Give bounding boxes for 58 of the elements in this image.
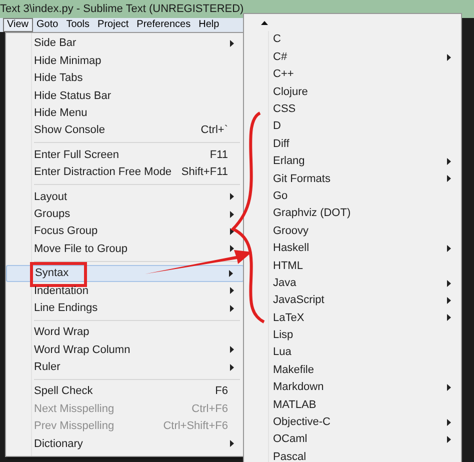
- menu-item[interactable]: Ruler: [6, 358, 244, 376]
- menu-item[interactable]: Clojure: [244, 83, 461, 101]
- menu-item[interactable]: Markdown: [244, 378, 461, 396]
- menu-item[interactable]: Enter Full Screen F11: [6, 146, 244, 164]
- menu-item[interactable]: Lua: [244, 344, 461, 362]
- menu-item[interactable]: Show Console Ctrl+`: [6, 122, 244, 140]
- menu-item[interactable]: Hide Minimap: [6, 52, 244, 70]
- menu-item[interactable]: HTML: [244, 257, 461, 274]
- menu-item[interactable]: Groovy: [244, 222, 461, 240]
- menu-item[interactable]: Focus Group: [6, 222, 244, 240]
- shortcut-text: Ctrl+`: [200, 123, 228, 138]
- menu-bar-item[interactable]: Help: [194, 18, 224, 32]
- menu-item[interactable]: Erlang: [244, 152, 461, 170]
- menu-item[interactable]: CSS: [244, 100, 461, 118]
- menu-item[interactable]: Makefile: [244, 361, 461, 379]
- menu-item[interactable]: Move File to Group: [6, 240, 244, 258]
- menu-item[interactable]: LaTeX: [244, 309, 461, 327]
- window-title: Text 3\index.py - Sublime Text (UNREGISTERED): [0, 2, 244, 17]
- menu-item[interactable]: JavaScript: [244, 292, 461, 310]
- menu-item[interactable]: C#: [244, 48, 461, 66]
- menu-item[interactable]: Go: [244, 188, 461, 205]
- menu-item[interactable]: Pascal: [244, 448, 461, 462]
- menu-item[interactable]: OCaml: [244, 430, 461, 448]
- menu-item[interactable]: C++: [244, 66, 461, 84]
- menu-item[interactable]: Hide Menu: [6, 104, 244, 122]
- menu-item[interactable]: Hide Status Bar: [6, 87, 244, 105]
- shortcut-text: Ctrl+F6: [192, 402, 228, 417]
- menu-item[interactable]: Word Wrap Column: [6, 341, 244, 359]
- menu-item[interactable]: Dictionary: [6, 435, 244, 453]
- menu-item[interactable]: Line Endings: [6, 299, 244, 317]
- menu-bar-item[interactable]: Goto: [32, 18, 62, 32]
- menu-item[interactable]: Groups: [6, 206, 244, 223]
- menu-item[interactable]: Indentation: [6, 282, 244, 300]
- menu-bar-item[interactable]: View: [3, 18, 32, 32]
- menu-item[interactable]: Spell Check F6: [6, 383, 244, 400]
- shortcut-text: F11: [210, 148, 228, 163]
- menu-item[interactable]: Graphviz (DOT): [244, 204, 461, 222]
- shortcut-text: Shift+F11: [181, 165, 228, 180]
- shortcut-text: F6: [215, 384, 228, 400]
- menu-item[interactable]: Objective-C: [244, 414, 461, 431]
- menu-item[interactable]: Enter Distraction Free Mode Shift+F11: [6, 164, 244, 182]
- menu-bar-item[interactable]: Tools: [62, 18, 94, 32]
- menu-item[interactable]: Java: [244, 274, 461, 292]
- menu-item[interactable]: Diff: [244, 135, 461, 153]
- menu-item[interactable]: Hide Tabs: [6, 70, 244, 88]
- menu-item[interactable]: Word Wrap: [6, 324, 244, 342]
- menu-bar-item[interactable]: Project: [94, 18, 133, 32]
- menu-bar-item[interactable]: Preferences: [132, 18, 195, 32]
- scroll-up-icon[interactable]: [261, 20, 268, 24]
- shortcut-text: Ctrl+Shift+F6: [163, 419, 228, 434]
- menu-item[interactable]: Lisp: [244, 326, 461, 344]
- menu-item[interactable]: Layout: [6, 188, 244, 206]
- menu-item[interactable]: Git Formats: [244, 170, 461, 188]
- menu-item[interactable]: Haskell: [244, 240, 461, 258]
- menu-item[interactable]: D: [244, 118, 461, 136]
- menu-item[interactable]: C: [244, 31, 461, 48]
- menu-item[interactable]: Side Bar: [6, 35, 244, 52]
- menu-item[interactable]: MATLAB: [244, 396, 461, 414]
